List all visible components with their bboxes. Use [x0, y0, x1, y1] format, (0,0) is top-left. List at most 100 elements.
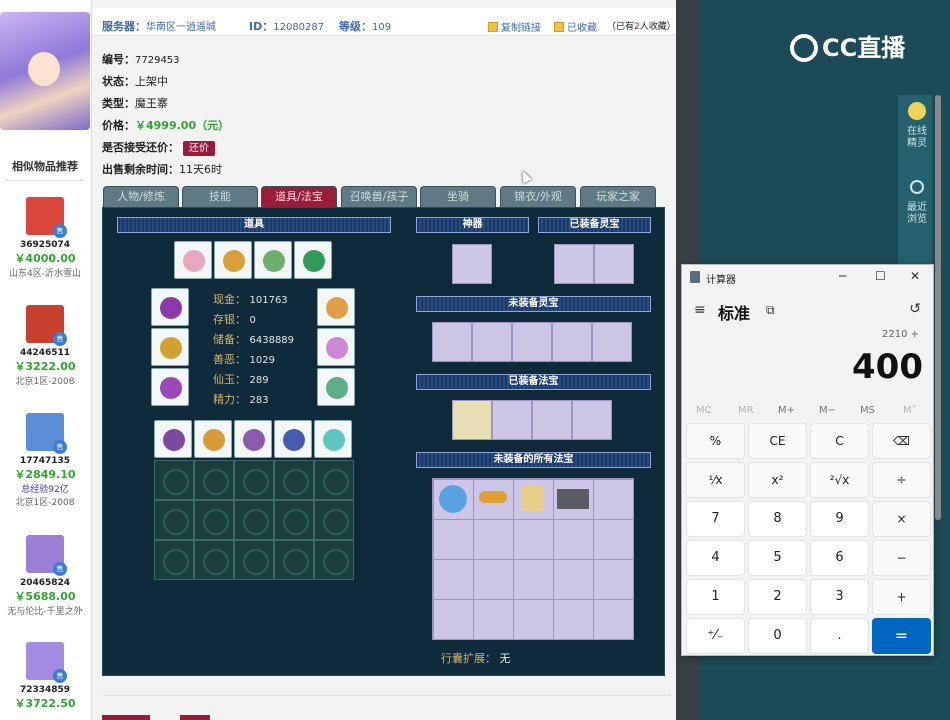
scrollbar[interactable] — [935, 95, 941, 520]
favorite-button[interactable]: 已收藏 — [554, 19, 597, 34]
tab-skills[interactable]: 技能 — [182, 186, 258, 207]
similar-item[interactable]: 售 44246511 ￥3222.00 北京1区-2008 — [0, 305, 90, 387]
history-icon[interactable]: ↺ — [909, 301, 921, 317]
equipped-spirit-title: 已装备灵宝 — [538, 217, 651, 233]
artifact-slot[interactable] — [452, 244, 492, 284]
digit-5-button[interactable]: 5 — [748, 540, 807, 576]
spirit-slot[interactable] — [512, 322, 552, 362]
percent-button[interactable]: % — [686, 423, 745, 459]
minimize-button[interactable]: ─ — [839, 269, 846, 283]
digit-0-button[interactable]: 0 — [748, 618, 807, 654]
treasure-slot[interactable] — [572, 400, 612, 440]
bag-expand-value: 无 — [499, 652, 511, 665]
keep-on-top-icon[interactable]: ⧉ — [766, 303, 775, 318]
bag-item[interactable] — [194, 420, 232, 458]
memory-store-button[interactable]: MS — [860, 405, 875, 416]
treasure-slot[interactable] — [452, 400, 492, 440]
treasure-item[interactable] — [521, 485, 543, 511]
similar-item[interactable]: 售 17747135 ￥2849.10 总经验92亿 北京1区-2008 — [0, 413, 90, 508]
memory-clear-button[interactable]: MC — [696, 405, 712, 416]
online-helper-button[interactable]: 在线精灵 — [902, 102, 932, 150]
subtract-button[interactable]: − — [872, 540, 931, 576]
digit-2-button[interactable]: 2 — [748, 579, 807, 615]
treasure-item[interactable] — [479, 491, 507, 503]
status-row: 状态：上架中 — [102, 73, 168, 89]
decimal-button[interactable]: . — [810, 618, 869, 654]
similar-item-thumb[interactable]: 售 — [26, 642, 67, 683]
similar-item-thumb[interactable]: 售 — [26, 535, 67, 576]
menu-icon[interactable]: ≡ — [694, 302, 706, 318]
spirit-slot[interactable] — [432, 322, 472, 362]
equipment-slot[interactable] — [151, 328, 189, 366]
similar-item-price: ￥5688.00 — [14, 590, 76, 603]
reciprocal-button[interactable]: ¹⁄x — [686, 462, 745, 498]
equipment-slot[interactable] — [317, 288, 355, 326]
digit-8-button[interactable]: 8 — [748, 501, 807, 537]
copy-link-button[interactable]: 复制链接 — [488, 19, 541, 34]
digit-1-button[interactable]: 1 — [686, 579, 745, 615]
negate-button[interactable]: ⁺⁄₋ — [686, 618, 745, 654]
bag-item[interactable] — [234, 420, 272, 458]
bag-item[interactable] — [274, 420, 312, 458]
tab-mounts[interactable]: 坐骑 — [420, 186, 496, 207]
action-button[interactable] — [180, 715, 210, 720]
digit-6-button[interactable]: 6 — [810, 540, 869, 576]
clear-entry-button[interactable]: CE — [748, 423, 807, 459]
level-info: 等级：109 — [339, 18, 391, 34]
equipment-slot[interactable] — [317, 328, 355, 366]
type-row: 类型：魔王寨 — [102, 95, 168, 111]
multiply-button[interactable]: × — [872, 501, 931, 537]
treasure-slot[interactable] — [492, 400, 532, 440]
treasure-item[interactable] — [439, 485, 467, 513]
similar-item-thumb[interactable]: 售 — [26, 305, 67, 346]
spirit-slot[interactable] — [592, 322, 632, 362]
close-button[interactable]: ✕ — [910, 269, 920, 283]
inventory-item[interactable] — [214, 241, 252, 279]
spirit-slot[interactable] — [472, 322, 512, 362]
locked-slot — [194, 460, 234, 500]
treasure-item[interactable] — [557, 489, 589, 509]
memory-add-button[interactable]: M+ — [778, 405, 795, 416]
spirit-slot[interactable] — [552, 322, 592, 362]
bag-item[interactable] — [154, 420, 192, 458]
tab-outfits[interactable]: 锦衣/外观 — [500, 186, 576, 207]
digit-7-button[interactable]: 7 — [686, 501, 745, 537]
digit-9-button[interactable]: 9 — [810, 501, 869, 537]
similar-item[interactable]: 售 20465824 ￥5688.00 无与伦比-千里之外 — [0, 535, 90, 617]
spirit-slot[interactable] — [554, 244, 594, 284]
maximize-button[interactable]: ☐ — [875, 269, 886, 283]
equipment-slot[interactable] — [317, 368, 355, 406]
similar-item[interactable]: 售 72334859 ￥3722.50 — [0, 642, 90, 711]
spirit-slot[interactable] — [594, 244, 634, 284]
similar-item-thumb[interactable]: 售 — [26, 413, 67, 454]
counteroffer-button[interactable]: 还价 — [183, 141, 215, 156]
similar-item[interactable]: 售 36925074 ￥4000.00 山东4区-沂水雪山 — [0, 197, 90, 279]
tab-items[interactable]: 道具/法宝 — [261, 186, 337, 207]
clear-button[interactable]: C — [810, 423, 869, 459]
inventory-item[interactable] — [174, 241, 212, 279]
action-button[interactable] — [102, 715, 150, 720]
digit-4-button[interactable]: 4 — [686, 540, 745, 576]
equals-button[interactable]: = — [872, 618, 931, 654]
digit-3-button[interactable]: 3 — [810, 579, 869, 615]
inventory-item[interactable] — [254, 241, 292, 279]
tab-home[interactable]: 玩家之家 — [580, 186, 656, 207]
memory-recall-button[interactable]: MR — [738, 405, 754, 416]
treasure-slot[interactable] — [532, 400, 572, 440]
locked-slot — [314, 500, 354, 540]
inventory-item[interactable] — [294, 241, 332, 279]
add-button[interactable]: + — [872, 579, 931, 615]
divide-button[interactable]: ÷ — [872, 462, 931, 498]
equipment-slot[interactable] — [151, 368, 189, 406]
memory-list-button[interactable]: M˅ — [903, 405, 917, 416]
equipment-slot[interactable] — [151, 288, 189, 326]
square-button[interactable]: x² — [748, 462, 807, 498]
backspace-button[interactable]: ⌫ — [872, 423, 931, 459]
recent-browse-button[interactable]: 最近浏览 — [902, 180, 932, 226]
bag-item[interactable] — [314, 420, 352, 458]
tab-summons[interactable]: 召唤兽/孩子 — [341, 186, 417, 207]
tab-character[interactable]: 人物/修炼 — [103, 186, 179, 207]
similar-item-thumb[interactable]: 售 — [26, 197, 67, 238]
sqrt-button[interactable]: ²√x — [810, 462, 869, 498]
memory-subtract-button[interactable]: M− — [819, 405, 836, 416]
